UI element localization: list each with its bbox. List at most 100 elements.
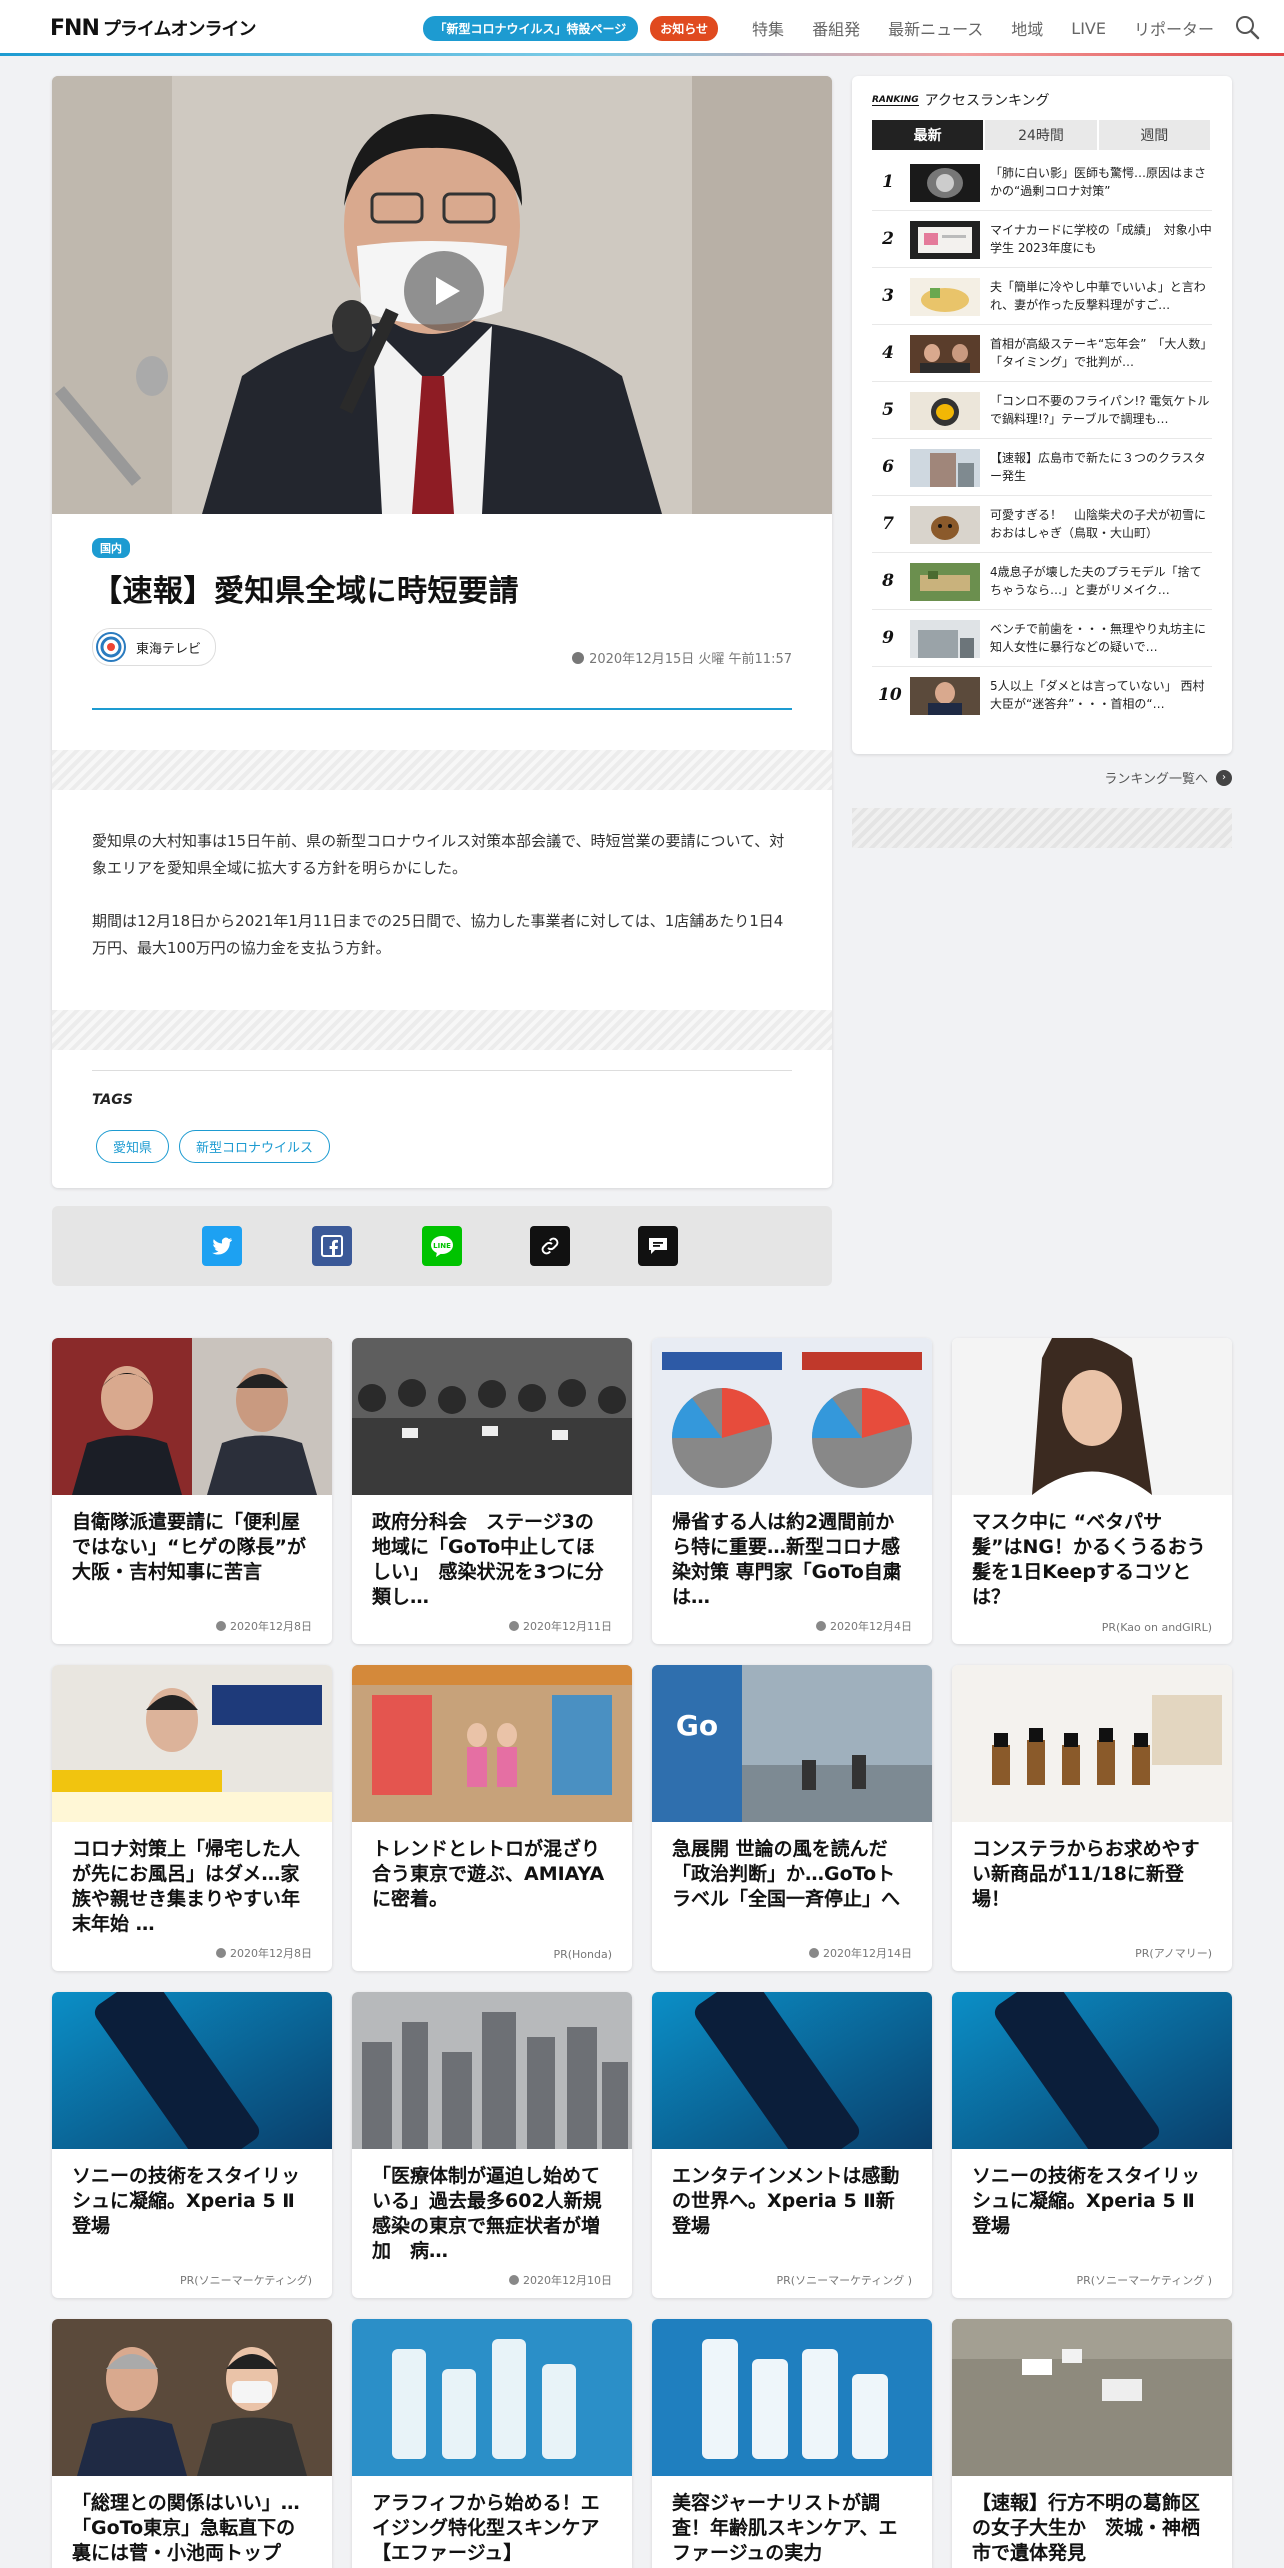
- card-thumbnail: [52, 2319, 332, 2476]
- card-title: 美容ジャーナリストが調査！年齢肌スキンケア、エファージュの実力: [672, 2492, 898, 2564]
- rank-number: 3: [882, 286, 894, 306]
- category-badge[interactable]: 国内: [92, 538, 130, 558]
- card-thumbnail: [352, 2319, 632, 2476]
- card-title: 【速報】行方不明の葛飾区の女子大生か 茨城・神栖市で遺体発見: [972, 2492, 1201, 2564]
- article-card-10[interactable]: 「医療体制が逼迫し始めている」過去最多602人新規感染の東京で無症状者が増加 病…: [352, 1992, 632, 2298]
- comment-button[interactable]: [638, 1226, 678, 1266]
- article-card-2[interactable]: 政府分科会 ステージ3の地域に「GoTo中止してほしい」 感染状況を3つに分類し…: [352, 1338, 632, 1644]
- rank-number: 6: [882, 457, 894, 477]
- card-thumbnail: [652, 2319, 932, 2476]
- card-thumbnail: [352, 1338, 632, 1495]
- stripe-divider-bottom: [52, 1010, 832, 1050]
- article-date-text: 2020年12月15日 火曜 午前11:57: [589, 652, 792, 667]
- card-title: 「総理との関係はいい」…「GoTo東京」急転直下の裏には菅・小池両トップの…: [72, 2492, 300, 2568]
- card-meta: PR(ソニーマーケティング ): [777, 2272, 912, 2288]
- rank-headline: マイナカードに学校の「成績」 対象小中学生 2023年度にも: [990, 223, 1212, 255]
- ranking-title: アクセスランキング: [924, 93, 1050, 109]
- share-bar: LINE: [52, 1206, 832, 1286]
- rank-thumbnail: [910, 677, 980, 715]
- twitter-icon: [212, 1237, 232, 1255]
- site-logo[interactable]: FNN プライムオンライン: [50, 16, 256, 41]
- article-card-5[interactable]: コロナ対策上「帰宅した人が先にお風呂」はダメ…家族や親せき集まりやすい年末年始 …: [52, 1665, 332, 1971]
- nav-region[interactable]: 地域: [1011, 16, 1043, 40]
- line-share-button[interactable]: LINE: [422, 1226, 462, 1266]
- article-card-16[interactable]: 【速報】行方不明の葛飾区の女子大生か 茨城・神栖市で遺体発見: [952, 2319, 1232, 2568]
- article-date: 2020年12月15日 火曜 午前11:57: [572, 648, 792, 667]
- article-card-4[interactable]: マスク中に “ベタパサ髪”はNG！かるくうるおう髪を1日Keepするコツとは？ …: [952, 1338, 1232, 1644]
- article-card: 国内 【速報】愛知県全域に時短要請 東海テレビ 2020年12月15日 火曜 午…: [52, 76, 832, 1188]
- article-title: 【速報】愛知県全域に時短要請: [92, 574, 519, 609]
- article-card-6[interactable]: トレンドとレトロが混ざり合う東京で遊ぶ、AMIAYAに密着。 PR(Honda): [352, 1665, 632, 1971]
- article-card-7[interactable]: Go 急展開 世論の風を読んだ「政治判断」か…GoToトラベル「全国一斉停止」へ…: [652, 1665, 932, 1971]
- card-date: 2020年12月4日: [830, 1620, 912, 1633]
- card-date: 2020年12月14日: [823, 1947, 912, 1960]
- card-title: アラフィフから始める！エイジング特化型スキンケア【エファージュ】: [372, 2492, 600, 2564]
- ranking-item[interactable]: 10 5人以上「ダメとは言っていない」 西村大臣が“迷答弁”・・・首相の“…: [872, 667, 1212, 724]
- ranking-item[interactable]: 3 夫「簡単に冷やし中華でいいよ」と言われ、妻が作った反撃料理がすご…: [872, 268, 1212, 325]
- ranking-item[interactable]: 9 ベンチで前歯を・・・無理やり丸坊主に 知人女性に暴行などの疑いで…: [872, 610, 1212, 667]
- card-title: ソニーの技術をスタイリッシュに凝縮。Xperia 5 Ⅱ登場: [72, 2165, 301, 2237]
- twitter-share-button[interactable]: [202, 1226, 242, 1266]
- tag-aichi[interactable]: 愛知県: [96, 1130, 170, 1163]
- clock-icon: [816, 1621, 826, 1631]
- ranking-item[interactable]: 5 「コンロ不要のフライパン!? 電気ケトルで鍋料理!?」テーブルで調理も…: [872, 382, 1212, 439]
- card-title: 急展開 世論の風を読んだ「政治判断」か…GoToトラベル「全国一斉停止」へ: [672, 1838, 901, 1910]
- card-meta: 2020年12月4日: [816, 1618, 912, 1634]
- article-paragraph-1: 愛知県の大村知事は15日午前、県の新型コロナウイルス対策本部会議で、時短営業の要…: [92, 832, 785, 877]
- article-card-13[interactable]: 「総理との関係はいい」…「GoTo東京」急転直下の裏には菅・小池両トップの…: [52, 2319, 332, 2568]
- card-thumbnail: [952, 1992, 1232, 2149]
- article-card-12[interactable]: ソニーの技術をスタイリッシュに凝縮。Xperia 5 Ⅱ登場 PR(ソニーマーケ…: [952, 1992, 1232, 2298]
- ranking-item[interactable]: 6 【速報】広島市で新たに３つのクラスター発生: [872, 439, 1212, 496]
- article-card-3[interactable]: 帰省する人は約2週間前から特に重要…新型コロナ感染対策 専門家「GoTo自粛は……: [652, 1338, 932, 1644]
- ranking-more-link[interactable]: ランキング一覧へ ›: [852, 768, 1232, 787]
- card-date: 2020年12月11日: [523, 1620, 612, 1633]
- title-divider: [92, 708, 792, 710]
- card-meta: 2020年12月8日: [216, 1945, 312, 1961]
- nav-latest-news[interactable]: 最新ニュース: [888, 16, 983, 40]
- nav-programs[interactable]: 番組発: [812, 16, 860, 40]
- tag-corona[interactable]: 新型コロナウイルス: [179, 1130, 331, 1163]
- card-title: 帰省する人は約2週間前から特に重要…新型コロナ感染対策 専門家「GoTo自粛は…: [672, 1511, 902, 1608]
- svg-text:Go: Go: [676, 1709, 718, 1742]
- nav-live[interactable]: LIVE: [1071, 19, 1106, 38]
- article-card-8[interactable]: コンステラからお求めやすい新商品が11/18に新登場！ PR(アノマリー): [952, 1665, 1232, 1971]
- article-video[interactable]: [52, 76, 832, 514]
- nav-feature[interactable]: 特集: [752, 16, 784, 40]
- card-meta: 2020年12月10日: [509, 2272, 612, 2288]
- nav-reporter[interactable]: リポーター: [1134, 16, 1214, 40]
- corona-special-link[interactable]: 「新型コロナウイルス」特設ページ: [422, 15, 639, 41]
- ranking-item[interactable]: 8 4歳息子が壊した夫のプラモデル「捨てちゃうなら…」と妻がリメイク…: [872, 553, 1212, 610]
- article-card-14[interactable]: アラフィフから始める！エイジング特化型スキンケア【エファージュ】: [352, 2319, 632, 2568]
- tab-weekly[interactable]: 週間: [1098, 120, 1212, 150]
- play-button[interactable]: [404, 251, 484, 331]
- ranking-item[interactable]: 1 「肺に白い影」医師も驚愕…原因はまさかの“過剰コロナ対策”: [872, 154, 1212, 211]
- rank-thumbnail: [910, 506, 980, 544]
- article-card-9[interactable]: ソニーの技術をスタイリッシュに凝縮。Xperia 5 Ⅱ登場 PR(ソニーマーケ…: [52, 1992, 332, 2298]
- search-icon[interactable]: [1234, 14, 1260, 40]
- tab-latest[interactable]: 最新: [872, 120, 986, 150]
- article-card-15[interactable]: 美容ジャーナリストが調査！年齢肌スキンケア、エファージュの実力: [652, 2319, 932, 2568]
- card-title: ソニーの技術をスタイリッシュに凝縮。Xperia 5 Ⅱ登場: [972, 2165, 1201, 2237]
- article-paragraph-2: 期間は12月18日から2021年1月11日までの25日間で、協力した事業者に対し…: [92, 912, 784, 957]
- ranking-logo: RANKING: [872, 94, 919, 106]
- ranking-item[interactable]: 2 マイナカードに学校の「成績」 対象小中学生 2023年度にも: [872, 211, 1212, 268]
- clock-icon: [216, 1621, 226, 1631]
- card-date: 2020年12月8日: [230, 1620, 312, 1633]
- copy-link-button[interactable]: [530, 1226, 570, 1266]
- ranking-item[interactable]: 4 首相が高級ステーキ“忘年会” 「大人数」「タイミング」で批判が…: [872, 325, 1212, 382]
- ranking-more-text: ランキング一覧へ: [1104, 772, 1208, 787]
- card-title: 自衛隊派遣要請に「便利屋ではない」“ヒゲの隊長”が大阪・吉村知事に苦言: [72, 1511, 306, 1583]
- site-header: FNN プライムオンライン 「新型コロナウイルス」特設ページ お知らせ 特集 番…: [0, 0, 1284, 56]
- notice-link[interactable]: お知らせ: [650, 15, 719, 41]
- card-sponsor: PR(ソニーマーケティング): [180, 2274, 312, 2287]
- source-badge[interactable]: 東海テレビ: [92, 628, 217, 666]
- tags-label: TAGS: [92, 1092, 133, 1108]
- clock-icon: [572, 651, 585, 664]
- article-card-11[interactable]: エンタテインメントは感動の世界へ。Xperia 5 Ⅱ新登場 PR(ソニーマーケ…: [652, 1992, 932, 2298]
- sidebar-stripe: [852, 808, 1232, 848]
- rank-thumbnail: [910, 563, 980, 601]
- ranking-item[interactable]: 7 可愛すぎる！ 山陰柴犬の子犬が初雪におおはしゃぎ（鳥取・大山町）: [872, 496, 1212, 553]
- tab-24h[interactable]: 24時間: [985, 120, 1099, 150]
- facebook-share-button[interactable]: [312, 1226, 352, 1266]
- article-card-1[interactable]: 自衛隊派遣要請に「便利屋ではない」“ヒゲの隊長”が大阪・吉村知事に苦言 2020…: [52, 1338, 332, 1644]
